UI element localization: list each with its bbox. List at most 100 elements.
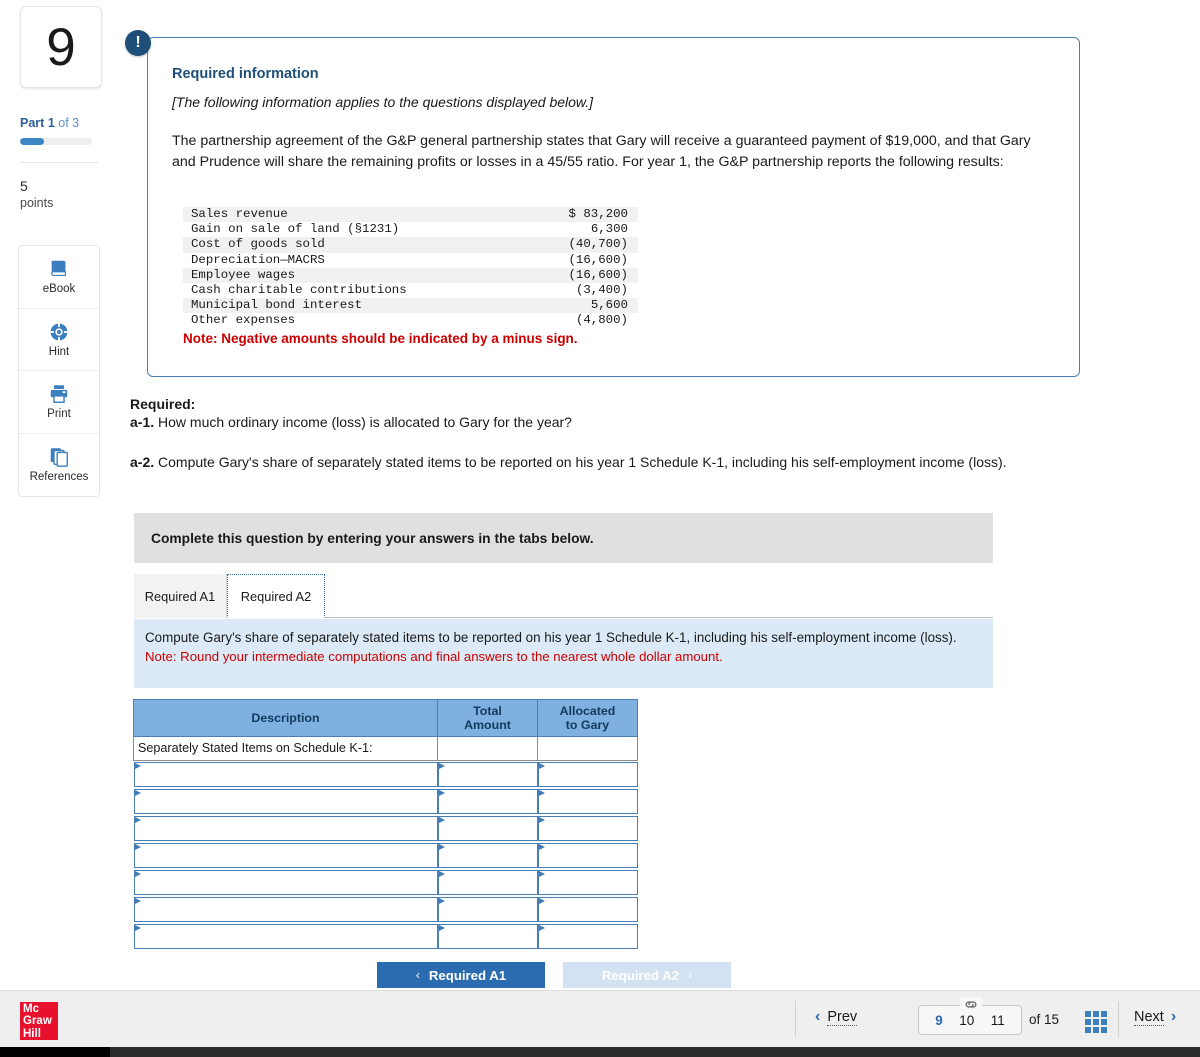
sidebar-item-label: References bbox=[29, 471, 89, 484]
table-row bbox=[133, 788, 638, 815]
sidebar-item-references[interactable]: References bbox=[19, 434, 99, 497]
allocated-input-cell bbox=[537, 788, 638, 815]
financial-results-table: Sales revenue $ 83,200 Gain on sale of lan… bbox=[183, 207, 638, 329]
financial-row: Sales revenue $ 83,200 bbox=[183, 207, 638, 223]
allocated-input[interactable] bbox=[538, 898, 637, 921]
prev-page-link[interactable]: ‹ Prev bbox=[815, 1008, 858, 1026]
requirement-a1-text: How much ordinary income (loss) is alloc… bbox=[154, 414, 572, 430]
exclamation-icon: ! bbox=[125, 30, 151, 56]
footer-divider-right bbox=[1118, 1001, 1119, 1037]
question-prompt-text: Compute Gary's share of separately state… bbox=[145, 630, 957, 645]
table-row bbox=[133, 869, 638, 896]
financial-row: Cash charitable contributions (3,400) bbox=[183, 283, 638, 298]
tab-required-a1[interactable]: Required A1 bbox=[134, 574, 227, 618]
rounding-note: Note: Round your intermediate computatio… bbox=[145, 648, 723, 664]
description-input[interactable] bbox=[134, 925, 437, 948]
total-amount-input[interactable] bbox=[438, 871, 537, 894]
answer-tabs: Required A1 Required A2 bbox=[134, 574, 993, 618]
chevron-left-icon: ‹ bbox=[815, 1008, 821, 1025]
input-wrapper bbox=[437, 924, 538, 949]
input-wrapper bbox=[437, 762, 538, 787]
next-requirement-button[interactable]: Required A2 › bbox=[563, 962, 731, 988]
table-row bbox=[133, 842, 638, 869]
applies-note: [The following information applies to th… bbox=[172, 94, 594, 110]
requirement-a1: a-1. How much ordinary income (loss) is … bbox=[130, 414, 1080, 430]
allocated-input[interactable] bbox=[538, 871, 637, 894]
column-header-alloc-line2: to Gary bbox=[565, 718, 610, 732]
financial-row: Gain on sale of land (§1231) 6,300 bbox=[183, 222, 638, 237]
next-requirement-label: Required A2 bbox=[601, 967, 680, 983]
total-amount-input[interactable] bbox=[438, 817, 537, 840]
section-label-text: Separately Stated Items on Schedule K-1: bbox=[138, 741, 373, 755]
next-page-link[interactable]: Next › bbox=[1134, 1008, 1176, 1026]
financial-label: Municipal bond interest bbox=[191, 298, 363, 313]
page-count-label: of 15 bbox=[1029, 1012, 1060, 1027]
sidebar-item-hint[interactable]: Hint bbox=[19, 309, 99, 371]
total-amount-input[interactable] bbox=[438, 898, 537, 921]
prev-requirement-button[interactable]: ‹ Required A1 bbox=[377, 962, 545, 988]
sidebar-item-ebook[interactable]: eBook bbox=[19, 246, 99, 309]
sidebar-item-label: eBook bbox=[42, 283, 76, 296]
description-input[interactable] bbox=[134, 817, 437, 840]
financial-row: Other expenses (4,800) bbox=[183, 313, 638, 328]
allocated-input[interactable] bbox=[538, 844, 637, 867]
instruction-bar-text: Complete this question by entering your … bbox=[151, 530, 594, 546]
page-number-11[interactable]: 11 bbox=[991, 1013, 1005, 1028]
allocated-input[interactable] bbox=[538, 817, 637, 840]
points-label: points bbox=[20, 196, 54, 210]
financial-amount: (40,700) bbox=[568, 237, 629, 252]
column-header-allocated: Allocated to Gary bbox=[537, 699, 638, 737]
financial-amount: (4,800) bbox=[575, 313, 628, 328]
allocated-input[interactable] bbox=[538, 790, 637, 813]
page-number-10[interactable]: 10 bbox=[959, 1013, 974, 1028]
sidebar-item-print[interactable]: Print bbox=[19, 371, 99, 434]
tab-required-a2[interactable]: Required A2 bbox=[227, 574, 325, 618]
financial-amount: (3,400) bbox=[575, 282, 628, 297]
next-page-label: Next bbox=[1134, 1008, 1164, 1026]
input-wrapper bbox=[133, 816, 438, 841]
table-row bbox=[133, 923, 638, 950]
description-input[interactable] bbox=[134, 871, 437, 894]
total-amount-input-cell bbox=[437, 923, 538, 950]
description-input-cell bbox=[133, 760, 438, 788]
allocated-input-cell bbox=[537, 896, 638, 923]
allocated-input[interactable] bbox=[538, 763, 637, 786]
description-input[interactable] bbox=[134, 763, 437, 786]
financial-row: Municipal bond interest 5,600 bbox=[183, 298, 638, 314]
chain-link-icon bbox=[960, 997, 982, 1012]
total-amount-input[interactable] bbox=[438, 844, 537, 867]
question-number-card: 9 bbox=[20, 6, 102, 88]
description-input[interactable] bbox=[134, 844, 437, 867]
financial-label: Gain on sale of land (§1231) bbox=[191, 222, 400, 237]
description-input[interactable] bbox=[134, 898, 437, 921]
part-label: Part bbox=[20, 116, 45, 130]
input-wrapper bbox=[437, 843, 538, 868]
input-wrapper bbox=[133, 843, 438, 868]
column-header-total-line1: Total bbox=[473, 704, 502, 718]
section-total-cell bbox=[437, 736, 538, 761]
description-input[interactable] bbox=[134, 790, 437, 813]
total-amount-input[interactable] bbox=[438, 925, 537, 948]
allocated-input[interactable] bbox=[538, 925, 637, 948]
description-input-cell bbox=[133, 842, 438, 869]
chevron-left-icon: ‹ bbox=[415, 968, 420, 982]
allocated-input-cell bbox=[537, 815, 638, 842]
financial-label: Employee wages bbox=[191, 267, 296, 282]
total-amount-input[interactable] bbox=[438, 763, 537, 786]
chevron-right-icon: › bbox=[1170, 1008, 1177, 1025]
total-amount-input[interactable] bbox=[438, 790, 537, 813]
financial-label: Other expenses bbox=[191, 313, 296, 328]
description-input-cell bbox=[133, 815, 438, 842]
required-information-title: Required information bbox=[172, 66, 319, 82]
allocated-input-cell bbox=[537, 869, 638, 896]
input-wrapper bbox=[537, 789, 638, 814]
tab-label: Required A1 bbox=[144, 588, 216, 604]
question-number: 9 bbox=[46, 17, 76, 77]
grid-menu-icon[interactable] bbox=[1085, 1011, 1107, 1033]
column-header-description: Description bbox=[133, 699, 438, 737]
sidebar-item-label: Print bbox=[47, 408, 71, 421]
financial-row: Cost of goods sold (40,700) bbox=[183, 237, 638, 253]
total-amount-input-cell bbox=[437, 869, 538, 896]
table-row bbox=[133, 815, 638, 842]
page-number-9[interactable]: 9 bbox=[935, 1013, 943, 1028]
